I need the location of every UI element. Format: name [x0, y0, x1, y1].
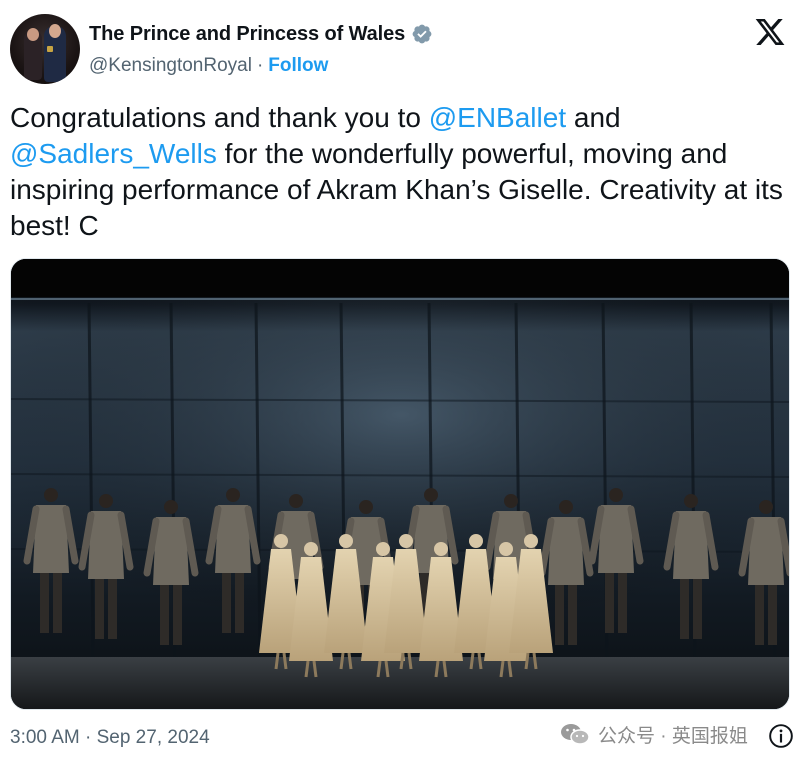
- tweet-photo[interactable]: [10, 258, 790, 710]
- avatar-figure-left: [24, 28, 42, 80]
- wechat-icon: [561, 724, 590, 745]
- tweet-text-part-2: and: [566, 102, 621, 133]
- avatar-figure-right: [44, 24, 66, 82]
- mention-sadlers-wells[interactable]: @Sadlers_Wells: [10, 138, 217, 169]
- handle-row: @KensingtonRoyal · Follow: [89, 55, 328, 77]
- verified-badge-icon: [412, 24, 432, 44]
- avatar[interactable]: [10, 14, 80, 84]
- ballet-stage-photo: [11, 259, 789, 709]
- tweet-timestamp[interactable]: 3:00 AM · Sep 27, 2024: [10, 727, 210, 749]
- follow-button[interactable]: Follow: [268, 55, 328, 77]
- tweet-text: Congratulations and thank you to @ENBall…: [10, 100, 790, 244]
- x-logo-icon[interactable]: [754, 16, 786, 48]
- name-row: The Prince and Princess of Wales: [89, 22, 433, 46]
- separator: ·: [256, 55, 264, 76]
- display-name[interactable]: The Prince and Princess of Wales: [89, 23, 405, 46]
- mention-enballet[interactable]: @ENBallet: [429, 102, 566, 133]
- watermark-label: 公众号 · 英国报姐: [598, 725, 748, 747]
- tweet-header: The Prince and Princess of Wales @Kensin…: [10, 12, 790, 84]
- account-handle[interactable]: @KensingtonRoyal: [89, 55, 252, 77]
- tweet-text-part-1: Congratulations and thank you to: [10, 102, 429, 133]
- info-icon[interactable]: [768, 723, 794, 749]
- watermark: 公众号 · 英国报姐: [560, 719, 748, 749]
